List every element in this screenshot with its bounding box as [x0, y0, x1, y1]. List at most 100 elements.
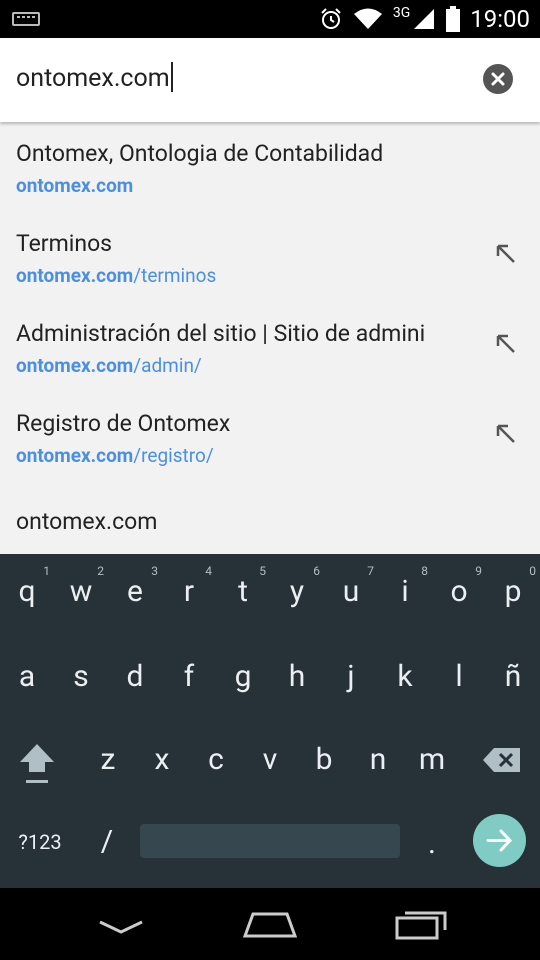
key-w[interactable]: 2w	[54, 564, 108, 609]
suggestion-title: Administración del sitio | Sitio de admi…	[16, 320, 426, 347]
key-hint: 2	[97, 564, 104, 578]
key-label: a	[18, 659, 36, 694]
period-key[interactable]: .	[405, 826, 459, 861]
key-label: d	[126, 659, 144, 694]
key-label: x	[154, 742, 170, 777]
arrow-right-icon	[486, 829, 513, 852]
key-b[interactable]: b	[297, 742, 351, 777]
key-label: m	[418, 742, 446, 777]
key-hint: 9	[475, 564, 482, 578]
key-p[interactable]: 0p	[486, 564, 540, 609]
key-label: v	[262, 742, 278, 777]
suggestion-url: ontomex.com/admin/	[16, 354, 202, 377]
status-bar: 3G 19:00	[0, 0, 540, 38]
suggestion-title: ontomex.com	[16, 508, 158, 535]
suggestion-item[interactable]: Terminos ontomex.com/terminos	[0, 212, 540, 302]
key-i[interactable]: 8i	[378, 564, 432, 609]
key-label: w	[69, 574, 93, 609]
key-u[interactable]: 7u	[324, 564, 378, 609]
suggestion-title: Ontomex, Ontologia de Contabilidad	[16, 140, 384, 167]
close-icon	[491, 72, 505, 86]
key-label: o	[450, 574, 468, 609]
text-cursor	[170, 62, 173, 92]
key-t[interactable]: 5t	[216, 564, 270, 609]
key-y[interactable]: 6y	[270, 564, 324, 609]
key-v[interactable]: v	[243, 742, 297, 777]
keyboard-row-2: a s d f ghjk l ñ	[0, 659, 540, 743]
battery-icon	[446, 6, 461, 32]
key-k[interactable]: k	[378, 659, 432, 694]
keyboard-row-1: 1q2w3e4r5t6y7u8i9o0p	[0, 564, 540, 658]
key-label: n	[369, 742, 387, 777]
key-label: i	[401, 574, 409, 609]
key-g[interactable]: g	[216, 659, 270, 694]
suggestion-item[interactable]: Administración del sitio | Sitio de admi…	[0, 302, 540, 392]
key-e[interactable]: 3e	[108, 564, 162, 609]
suggestion-title: Terminos	[16, 230, 113, 257]
key-d[interactable]: d	[108, 659, 162, 694]
alarm-icon	[321, 8, 341, 29]
key-o[interactable]: 9o	[432, 564, 486, 609]
suggestion-item[interactable]: Ontomex, Ontologia de Contabilidad ontom…	[0, 122, 540, 212]
symbols-key[interactable]: ?123	[13, 830, 67, 854]
key-hint: 0	[529, 564, 536, 578]
omnibox[interactable]: ontomex.com	[0, 38, 540, 122]
key-x[interactable]: x	[135, 742, 189, 777]
key-label: y	[289, 574, 305, 609]
key-hint: 5	[259, 564, 266, 578]
key-label: r	[183, 574, 195, 609]
key-f[interactable]: f	[162, 659, 216, 694]
refine-arrow-icon[interactable]	[494, 332, 518, 356]
key-hint: 1	[43, 564, 50, 578]
key-label: k	[397, 659, 413, 694]
key-c[interactable]: c	[189, 742, 243, 777]
key-label: p	[504, 574, 522, 609]
key-label: l	[455, 659, 463, 694]
space-bar[interactable]	[140, 824, 400, 858]
suggestion-url: ontomex.com/registro/	[16, 444, 214, 467]
home-icon[interactable]	[241, 910, 299, 940]
key-label: b	[315, 742, 333, 777]
key-label: g	[234, 659, 252, 694]
shift-key[interactable]	[18, 742, 56, 786]
key-q[interactable]: 1q	[0, 564, 54, 609]
refine-arrow-icon[interactable]	[494, 422, 518, 446]
key-r[interactable]: 4r	[162, 564, 216, 609]
key-label: ñ	[504, 659, 522, 694]
key-ñ[interactable]: ñ	[486, 659, 540, 694]
key-label: u	[342, 574, 360, 609]
key-hint: 6	[313, 564, 320, 578]
backspace-key[interactable]	[482, 746, 522, 774]
url-input[interactable]: ontomex.com	[16, 62, 173, 93]
key-a[interactable]: a	[0, 659, 54, 694]
key-label: q	[18, 574, 36, 609]
clock: 19:00	[470, 5, 530, 33]
key-h[interactable]: h	[270, 659, 324, 694]
key-hint: 8	[421, 564, 428, 578]
key-m[interactable]: m	[405, 742, 459, 777]
navigation-bar	[0, 888, 540, 960]
suggestion-url: ontomex.com	[16, 174, 134, 197]
soft-keyboard: 1q2w3e4r5t6y7u8i9o0p asdfghjklñ zxcvbnm …	[0, 554, 540, 888]
go-button[interactable]	[473, 814, 526, 867]
signal-icon	[414, 9, 435, 29]
key-label: e	[127, 574, 143, 609]
clear-input-button[interactable]	[483, 64, 513, 94]
slash-key[interactable]: /	[80, 824, 134, 859]
back-icon[interactable]	[98, 918, 144, 938]
key-l[interactable]: l	[432, 659, 486, 694]
key-j[interactable]: j	[324, 659, 378, 694]
key-label: f	[183, 659, 195, 694]
key-s[interactable]: s	[54, 659, 108, 694]
key-z[interactable]: z	[81, 742, 135, 777]
suggestion-url: ontomex.com/terminos	[16, 264, 217, 287]
refine-arrow-icon[interactable]	[494, 242, 518, 266]
key-hint: 3	[151, 564, 158, 578]
key-n[interactable]: n	[351, 742, 405, 777]
key-hint: 7	[367, 564, 374, 578]
key-label: t	[238, 574, 248, 609]
key-label: s	[73, 659, 89, 694]
suggestion-title: Registro de Ontomex	[16, 410, 231, 437]
suggestion-item[interactable]: Registro de Ontomex ontomex.com/registro…	[0, 392, 540, 482]
recent-apps-icon[interactable]	[395, 910, 447, 940]
